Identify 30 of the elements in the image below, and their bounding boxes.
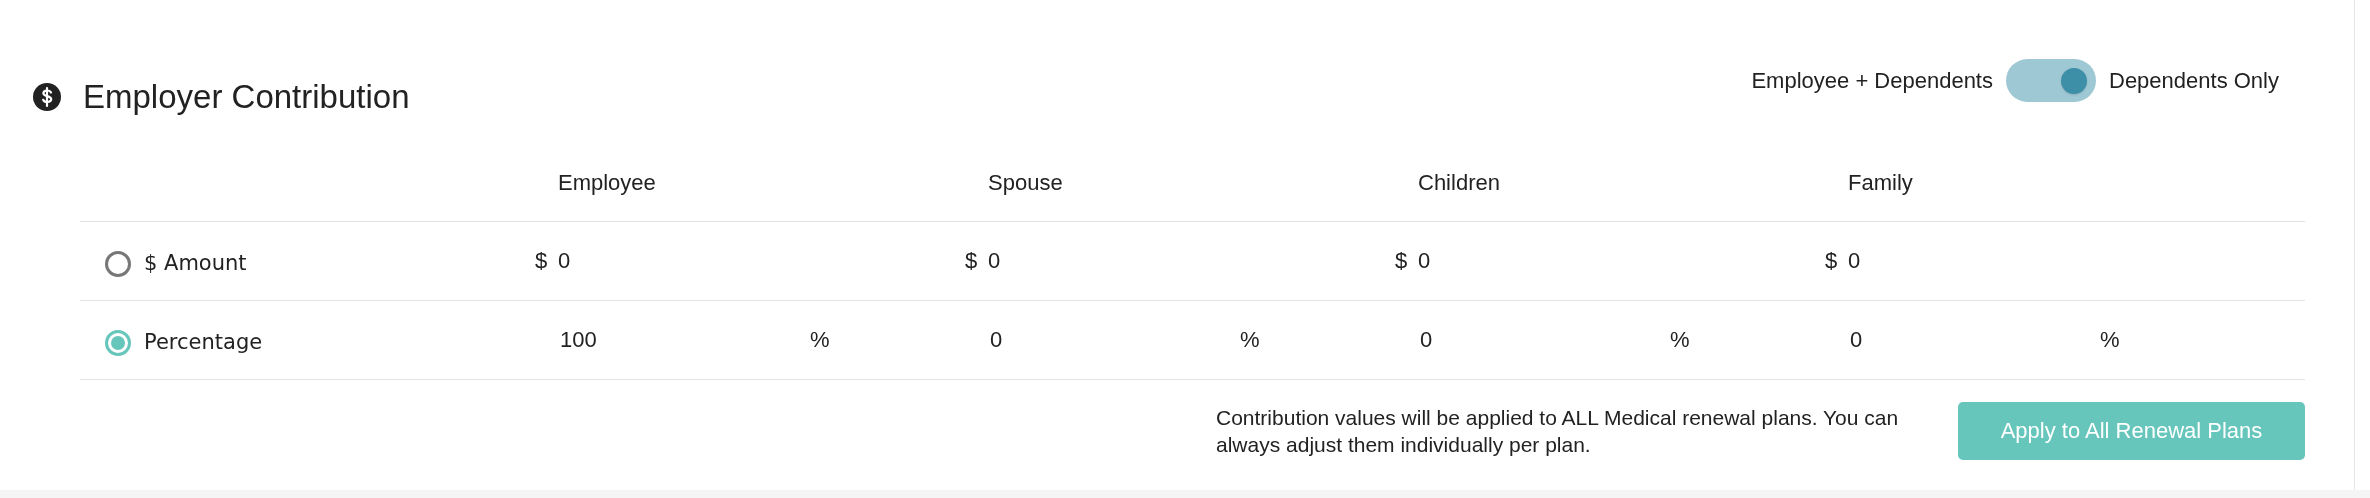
section-title: Employer Contribution [83,77,410,117]
radio-button[interactable] [105,250,131,277]
column-header: Children [1418,169,1500,195]
percent-symbol: % [1670,326,1690,354]
amount-value[interactable]: 0 [558,244,571,277]
toggle-label: Dependents Only [2109,67,2279,96]
toggle-label: Employee + Dependents [1751,67,1993,96]
percentage-value[interactable]: 100 [560,323,810,356]
amount-value[interactable]: 0 [1418,244,1431,277]
percent-symbol: % [2100,326,2120,354]
row-label: Percentage [144,328,263,356]
info-note: Contribution values will be applied to ALL Medical renewal plans. You can always adjust them individually per plan. [1216,404,1900,458]
percentage-value[interactable]: 0 [990,323,1240,356]
percentage-value[interactable]: 0 [1420,323,1670,356]
dollar-icon [33,82,61,111]
currency-symbol: $ [1825,247,1839,275]
radio-button[interactable] [105,329,131,356]
row-label: $ Amount [144,249,247,277]
amount-value[interactable]: 0 [988,244,1001,277]
percentage-value[interactable]: 0 [1850,323,2100,356]
column-header: Employee [558,169,656,195]
currency-symbol: $ [1395,247,1409,275]
column-header: Spouse [988,169,1063,195]
percent-symbol: % [810,326,830,354]
currency-symbol: $ [535,247,549,275]
amount-value[interactable]: 0 [1848,244,1861,277]
toggle-switch[interactable] [2006,59,2096,103]
column-header: Family [1848,169,1913,195]
currency-symbol: $ [965,247,979,275]
percent-symbol: % [1240,326,1260,354]
